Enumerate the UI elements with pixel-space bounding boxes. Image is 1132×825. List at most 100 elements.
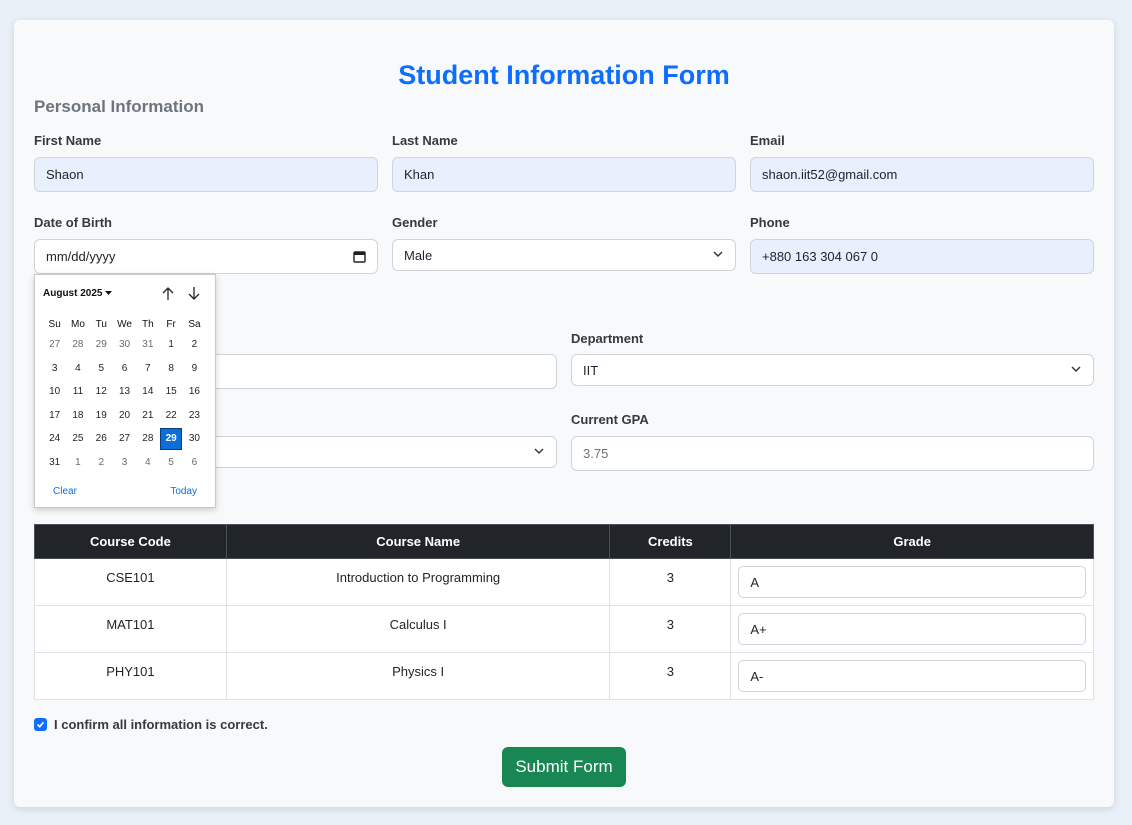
calendar-day[interactable]: 27 — [43, 333, 66, 357]
course-name: Physics I — [225, 652, 611, 700]
calendar-day[interactable]: 18 — [66, 404, 89, 428]
calendar-day[interactable]: 3 — [43, 357, 66, 381]
first-name-input[interactable]: Shaon — [34, 157, 378, 192]
dob-input[interactable]: mm/dd/yyyy — [34, 239, 378, 274]
calendar-day[interactable]: 3 — [113, 451, 136, 475]
arrow-up-icon[interactable] — [161, 286, 175, 304]
chevron-down-icon — [712, 248, 724, 263]
calendar-day[interactable]: 5 — [159, 451, 182, 475]
calendar-day[interactable]: 11 — [66, 380, 89, 404]
calendar-day[interactable]: 2 — [183, 333, 206, 357]
calendar-day[interactable]: 4 — [136, 451, 159, 475]
calendar-day[interactable]: 28 — [136, 427, 159, 451]
calendar-day[interactable]: 13 — [113, 380, 136, 404]
calendar-day[interactable]: 16 — [183, 380, 206, 404]
month-year-label: August 2025 — [43, 288, 103, 299]
calendar-day[interactable]: 2 — [90, 451, 113, 475]
course-name: Introduction to Programming — [225, 558, 611, 606]
dob-label: Date of Birth — [34, 215, 112, 230]
calendar-day[interactable]: 25 — [66, 427, 89, 451]
calendar-day[interactable]: 24 — [43, 427, 66, 451]
calendar-day[interactable]: 1 — [159, 333, 182, 357]
weekday-label: Tu — [95, 318, 107, 330]
last-name-input[interactable]: Khan — [392, 157, 736, 192]
calendar-day[interactable]: 19 — [90, 404, 113, 428]
calendar-day[interactable]: 15 — [159, 380, 182, 404]
calendar-grid: Su Mo Tu We Th Fr Sa 27 28 29 30 31 1 2 … — [43, 315, 206, 474]
table-row: CSE101 Introduction to Programming 3 A — [34, 558, 1094, 606]
chevron-down-icon — [533, 445, 545, 460]
submit-button[interactable]: Submit Form — [502, 747, 626, 787]
calendar-day[interactable]: 21 — [136, 404, 159, 428]
calendar-day[interactable]: 9 — [183, 357, 206, 381]
calendar-day[interactable]: 12 — [90, 380, 113, 404]
weekday-label: Sa — [188, 318, 201, 330]
calendar-day[interactable]: 31 — [43, 451, 66, 475]
calendar-day[interactable]: 7 — [136, 357, 159, 381]
phone-label: Phone — [750, 215, 790, 230]
calendar-icon[interactable] — [353, 250, 366, 266]
course-code: PHY101 — [34, 652, 227, 700]
email-input[interactable]: shaon.iit52@gmail.com — [750, 157, 1094, 192]
gender-select[interactable]: Male — [392, 239, 736, 271]
first-name-label: First Name — [34, 133, 102, 148]
grade-value: A- — [750, 668, 764, 684]
clear-button[interactable]: Clear — [53, 486, 77, 497]
email-value: shaon.iit52@gmail.com — [762, 167, 898, 182]
grade-input[interactable]: A+ — [738, 613, 1086, 645]
weekday-label: Su — [48, 318, 61, 330]
calendar-day[interactable]: 31 — [136, 333, 159, 357]
calendar-day[interactable]: 6 — [183, 451, 206, 475]
calendar-day[interactable]: 20 — [113, 404, 136, 428]
calendar-day[interactable]: 5 — [90, 357, 113, 381]
grade-input[interactable]: A- — [738, 660, 1086, 692]
calendar-day[interactable]: 23 — [183, 404, 206, 428]
calendar-day[interactable]: 4 — [66, 357, 89, 381]
calendar-day[interactable]: 8 — [159, 357, 182, 381]
department-value: IIT — [583, 362, 599, 378]
course-name: Calculus I — [225, 605, 611, 653]
course-code: MAT101 — [34, 605, 227, 653]
department-select[interactable]: IIT — [571, 354, 1094, 386]
month-year-dropdown[interactable]: August 2025 — [43, 288, 113, 299]
arrow-down-icon[interactable] — [187, 286, 201, 304]
calendar-day[interactable]: 30 — [113, 333, 136, 357]
calendar-day[interactable]: 22 — [159, 404, 182, 428]
calendar-day[interactable]: 1 — [66, 451, 89, 475]
course-credits: 3 — [609, 652, 732, 700]
calendar-day-selected[interactable]: 29 — [159, 427, 183, 451]
calendar-day[interactable]: 14 — [136, 380, 159, 404]
today-button[interactable]: Today — [170, 486, 197, 497]
calendar-day[interactable]: 29 — [90, 333, 113, 357]
weekday-label: Th — [142, 318, 154, 330]
grade-value: A+ — [750, 621, 767, 637]
calendar-day[interactable]: 27 — [113, 427, 136, 451]
calendar-week: 27 28 29 30 31 1 2 — [43, 333, 206, 357]
course-code: CSE101 — [34, 558, 227, 606]
confirm-label: I confirm all information is correct. — [54, 717, 268, 732]
table-row: PHY101 Physics I 3 A- — [34, 652, 1094, 700]
calendar-day[interactable]: 26 — [90, 427, 113, 451]
calendar-day[interactable]: 17 — [43, 404, 66, 428]
grade-input[interactable]: A — [738, 566, 1086, 598]
department-label: Department — [571, 331, 644, 346]
grade-cell: A — [730, 558, 1094, 606]
calendar-week: 24 25 26 27 28 29 30 — [43, 427, 206, 451]
header-credits: Credits — [609, 524, 732, 559]
courses-table: Course Code Course Name Credits Grade CS… — [34, 524, 1094, 700]
selected-day-label: 29 — [160, 427, 183, 450]
confirm-checkbox[interactable] — [34, 718, 47, 731]
grade-cell: A+ — [730, 605, 1094, 653]
weekday-label: Fr — [166, 318, 176, 330]
calendar-week: 10 11 12 13 14 15 16 — [43, 380, 206, 404]
calendar-day[interactable]: 10 — [43, 380, 66, 404]
phone-input[interactable]: +880 163 304 067 0 — [750, 239, 1094, 274]
calendar-day[interactable]: 28 — [66, 333, 89, 357]
gpa-label: Current GPA — [571, 412, 649, 427]
last-name-value: Khan — [404, 167, 435, 182]
email-label: Email — [750, 133, 785, 148]
gpa-input[interactable]: 3.75 — [571, 436, 1094, 471]
date-picker-popup: August 2025 Su Mo Tu We Th Fr Sa 27 28 2… — [34, 274, 216, 508]
calendar-day[interactable]: 6 — [113, 357, 136, 381]
calendar-day[interactable]: 30 — [183, 427, 206, 451]
